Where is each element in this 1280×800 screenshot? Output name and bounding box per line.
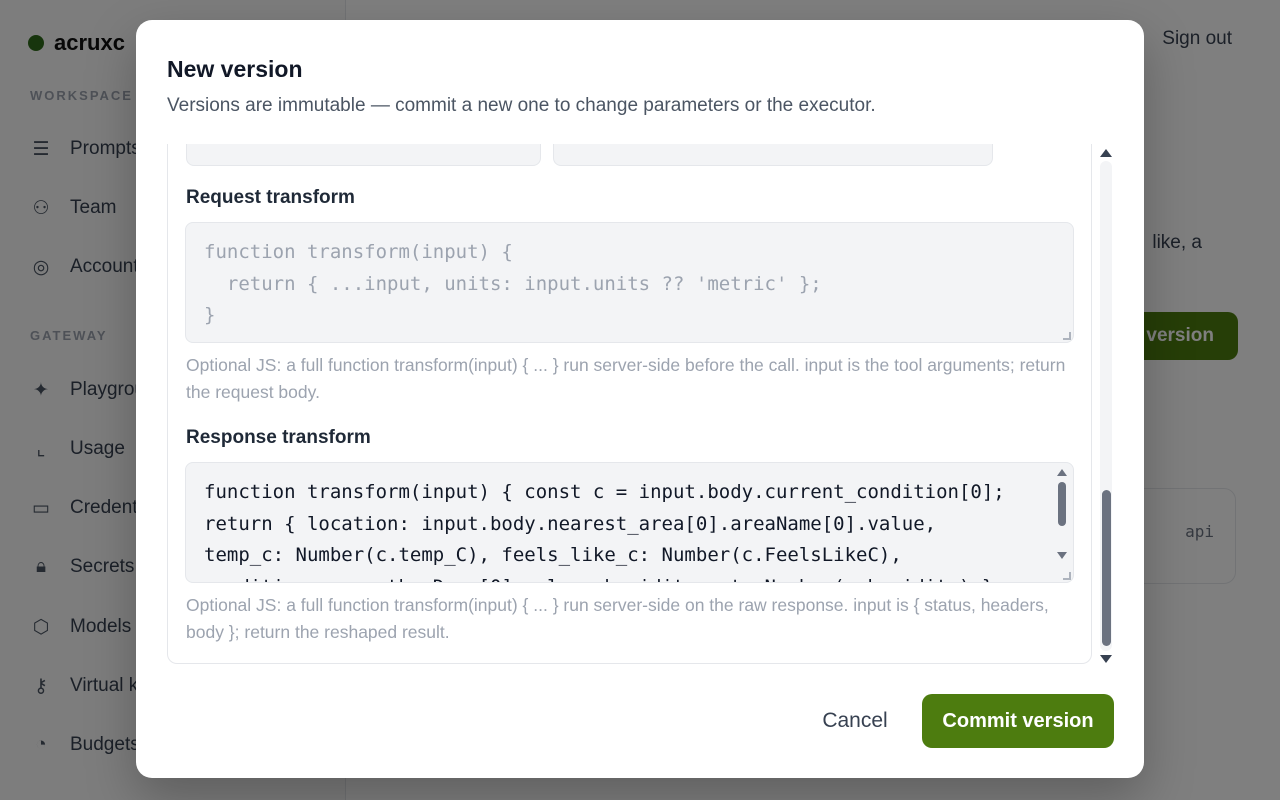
request-transform-label: Request transform: [186, 187, 355, 208]
new-version-dialog: New version Versions are immutable — com…: [136, 20, 1144, 778]
cancel-button[interactable]: Cancel: [804, 694, 906, 748]
code-line: function transform(input) { const c = in…: [204, 481, 1005, 503]
scroll-down-arrow-icon[interactable]: [1100, 655, 1112, 663]
dialog-title: New version: [167, 56, 303, 82]
scroll-down-arrow-icon[interactable]: [1057, 552, 1067, 559]
commit-version-button[interactable]: Commit version: [922, 694, 1114, 748]
code-line: temp_c: Number(c.temp_C), feels_like_c: …: [204, 544, 902, 566]
response-format-field[interactable]: format: [186, 144, 541, 166]
response-transform-textarea[interactable]: function transform(input) { const c = in…: [185, 462, 1074, 583]
parameters-field[interactable]: },: [553, 144, 993, 166]
scrollbar-thumb[interactable]: [1102, 490, 1111, 646]
response-transform-label: Response transform: [186, 427, 371, 448]
scrollbar-thumb[interactable]: [1058, 482, 1066, 526]
request-transform-help: Optional JS: a full function transform(i…: [186, 355, 1066, 402]
resize-handle-icon[interactable]: [1063, 332, 1071, 340]
dialog-scroll-area[interactable]: format }, Request transform function tra…: [167, 144, 1092, 664]
textarea-scrollbar[interactable]: [1057, 467, 1069, 559]
placeholder-line: return { ...input, units: input.units ??…: [204, 272, 822, 295]
placeholder-line: }: [204, 304, 216, 326]
response-transform-help: Optional JS: a full function transform(i…: [186, 595, 1049, 642]
request-transform-textarea[interactable]: function transform(input) { return { ...…: [185, 222, 1074, 343]
scroll-up-arrow-icon[interactable]: [1100, 149, 1112, 157]
scroll-up-arrow-icon[interactable]: [1057, 469, 1067, 476]
placeholder-line: function transform(input) {: [204, 241, 513, 263]
resize-handle-icon[interactable]: [1063, 572, 1071, 580]
code-line: condition: c.weatherDesc[0].value, humid…: [204, 572, 1055, 583]
dialog-scrollbar[interactable]: [1098, 147, 1114, 663]
dialog-description: Versions are immutable — commit a new on…: [167, 95, 876, 116]
code-line: return { location: input.body.nearest_ar…: [204, 512, 937, 535]
